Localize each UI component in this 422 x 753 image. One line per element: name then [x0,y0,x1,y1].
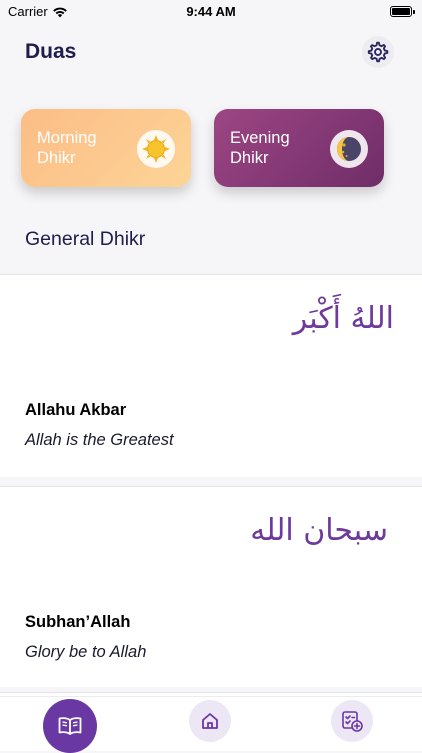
morning-icon-badge [137,130,175,168]
page-title: Duas [25,40,77,63]
morning-dhikr-label: Morning Dhikr [37,129,97,167]
moon-icon [337,137,361,161]
tab-duas[interactable] [43,699,97,753]
evening-dhikr-card[interactable]: Evening Dhikr [214,109,384,187]
tab-bar [0,696,422,753]
dua-card[interactable]: سبحان الله Subhan’Allah Glory be to Alla… [0,486,422,687]
settings-button[interactable] [362,36,394,68]
home-icon [202,713,218,729]
gear-icon [367,41,389,63]
status-bar: Carrier 9:44 AM [0,0,422,24]
dua-card[interactable]: اللهُ أَكْبَر Allahu Akbar Allah is the … [0,274,422,477]
dua-arabic-text: سبحان الله [250,513,388,548]
tab-tracker[interactable] [331,700,373,742]
status-time: 9:44 AM [186,4,236,19]
battery-icon [390,6,415,17]
morning-dhikr-card[interactable]: Morning Dhikr [21,109,191,187]
dua-meaning: Allah is the Greatest [25,431,174,449]
section-title: General Dhikr [25,228,146,250]
tab-home[interactable] [189,700,231,742]
dua-name: Allahu Akbar [25,401,127,419]
dua-meaning: Glory be to Allah [25,643,147,661]
checklist-add-icon [342,711,363,732]
open-book-icon [58,717,82,735]
dua-arabic-text: اللهُ أَكْبَر [292,301,394,336]
evening-dhikr-label: Evening Dhikr [230,129,290,167]
dua-name: Subhan’Allah [25,613,131,631]
evening-icon-badge [330,130,368,168]
sun-icon [142,135,170,163]
